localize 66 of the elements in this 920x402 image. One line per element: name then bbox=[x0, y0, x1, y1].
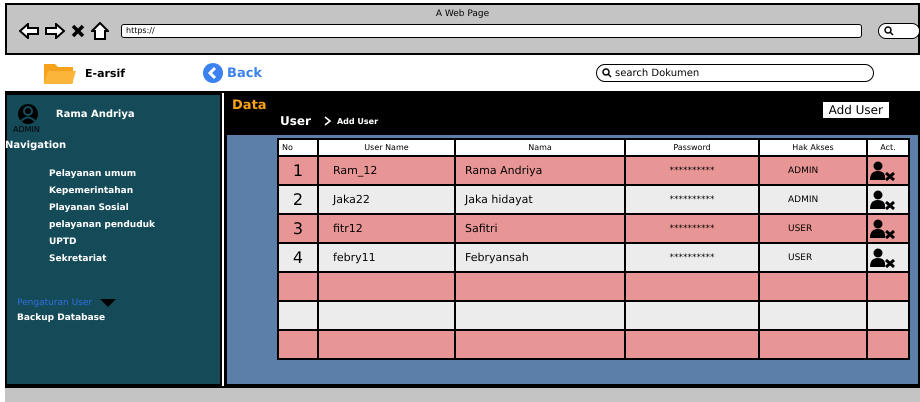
remove-user-icon[interactable] bbox=[870, 190, 896, 210]
add-user-button[interactable]: Add User bbox=[822, 101, 890, 119]
table-cell: ********** bbox=[626, 186, 758, 213]
back-icon bbox=[203, 63, 224, 83]
nav-item[interactable]: pelayanan penduduk bbox=[49, 220, 220, 230]
empty-cell bbox=[279, 273, 317, 300]
search-field[interactable]: search Dokumen bbox=[596, 64, 874, 82]
nav-item[interactable]: Kepemerintahan bbox=[49, 186, 220, 196]
empty-cell bbox=[868, 331, 908, 358]
table-cell: ADMIN bbox=[760, 157, 866, 184]
table-cell: febry11 bbox=[319, 244, 454, 271]
column-header: User Name bbox=[319, 140, 454, 155]
table-cell: Ram_12 bbox=[319, 157, 454, 184]
table-cell: 3 bbox=[279, 215, 317, 242]
table-cell: ADMIN bbox=[760, 186, 866, 213]
close-icon[interactable] bbox=[71, 24, 85, 38]
section-title: Data bbox=[232, 98, 268, 113]
forward-arrow-icon[interactable] bbox=[45, 23, 65, 39]
folder-icon bbox=[43, 61, 77, 85]
nav-item[interactable]: Playanan Sosial bbox=[49, 203, 220, 213]
nav-item[interactable]: UPTD bbox=[49, 237, 220, 247]
column-header: Act. bbox=[868, 140, 908, 155]
nav-item[interactable]: Pelayanan umum bbox=[49, 169, 220, 179]
empty-cell bbox=[279, 302, 317, 329]
remove-user-icon[interactable] bbox=[870, 248, 896, 268]
table-cell: ********** bbox=[626, 244, 758, 271]
window-title: A Web Page bbox=[436, 8, 490, 19]
column-header: Hak Akses bbox=[760, 140, 866, 155]
table-cell: 2 bbox=[279, 186, 317, 213]
url-field[interactable]: https:// bbox=[121, 24, 862, 38]
remove-user-icon[interactable] bbox=[870, 160, 896, 180]
remove-user-icon[interactable] bbox=[870, 218, 896, 238]
breadcrumb-link[interactable]: Add User bbox=[336, 116, 378, 126]
nav-item[interactable]: Sekretariat bbox=[49, 254, 220, 264]
table-cell: ********** bbox=[626, 215, 758, 242]
user-name: Rama Andriya bbox=[56, 109, 135, 120]
user-role: ADMIN bbox=[13, 125, 40, 134]
app-name: E-arsif bbox=[85, 66, 126, 80]
table-cell: fitr12 bbox=[319, 215, 454, 242]
table-cell: USER bbox=[760, 215, 866, 242]
column-header: Nama bbox=[456, 140, 624, 155]
table-cell: Jaka22 bbox=[319, 186, 454, 213]
search-icon bbox=[602, 68, 612, 78]
empty-cell bbox=[868, 302, 908, 329]
table-cell: 4 bbox=[279, 244, 317, 271]
browser-search-field[interactable] bbox=[878, 23, 920, 39]
nav-item[interactable]: Backup Database bbox=[17, 313, 106, 323]
empty-cell bbox=[868, 273, 908, 300]
chevron-icon bbox=[324, 116, 332, 126]
table-cell: Rama Andriya bbox=[456, 157, 624, 184]
table-cell: Febryansah bbox=[456, 244, 624, 271]
column-header: Password bbox=[626, 140, 758, 155]
navigation-heading: Navigation bbox=[5, 140, 68, 151]
back-arrow-icon[interactable] bbox=[19, 23, 39, 39]
search-icon bbox=[884, 26, 894, 36]
table-cell: USER bbox=[760, 244, 866, 271]
empty-cell bbox=[279, 331, 317, 358]
avatar-icon bbox=[17, 103, 40, 125]
back-link[interactable]: Back bbox=[203, 63, 262, 83]
home-icon[interactable] bbox=[91, 22, 109, 40]
breadcrumb-link[interactable]: User bbox=[280, 114, 311, 128]
table-cell: ********** bbox=[626, 157, 758, 184]
column-header: No bbox=[279, 140, 317, 155]
table-cell: 1 bbox=[279, 157, 317, 184]
table-cell: Jaka hidayat bbox=[456, 186, 624, 213]
table-cell: Safitri bbox=[456, 215, 624, 242]
